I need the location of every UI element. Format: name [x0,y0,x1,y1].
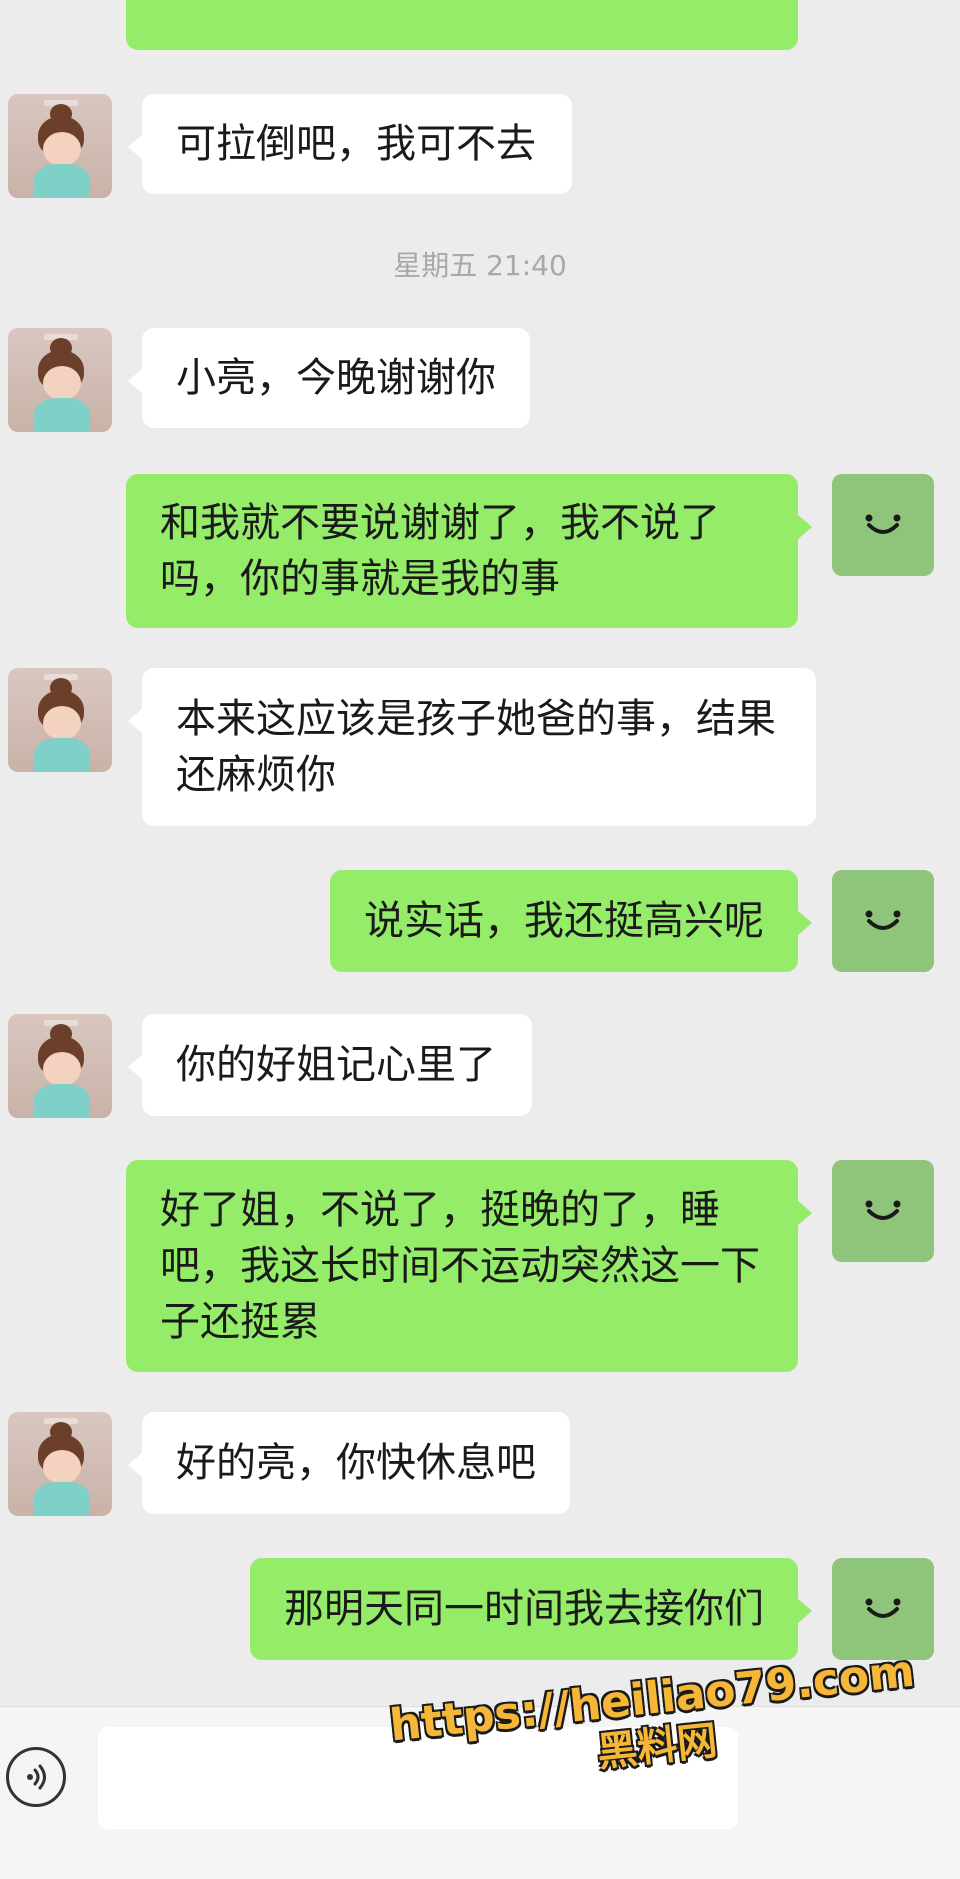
smile-icon [865,910,901,930]
smile-icon [865,514,901,534]
contact-avatar[interactable] [8,1014,112,1118]
message-bubble-outgoing[interactable]: 和我就不要说谢谢了，我不说了 吗，你的事就是我的事 [126,474,812,628]
body [34,164,90,198]
chat-area[interactable]: 可拉倒吧，我可不去 星期五 21:40 小亮，今晚谢谢你 和我就不要说谢谢了，我… [0,0,960,1700]
contact-avatar[interactable] [8,94,112,198]
message-bubble-incoming[interactable]: 你的好姐记心里了 [128,1014,532,1116]
message-bubble-outgoing[interactable]: 说实话，我还挺高兴呢 [330,870,812,972]
my-avatar[interactable] [832,870,934,972]
contact-avatar[interactable] [8,328,112,432]
body [34,1482,90,1516]
message-bubble-incoming[interactable]: 好的亮，你快休息吧 [128,1412,570,1514]
body [34,1084,90,1118]
message-bubble-outgoing[interactable]: 那明天同一时间我去接你们 [250,1558,812,1660]
voice-icon [27,1764,46,1790]
smile-icon [865,1200,901,1220]
contact-avatar[interactable] [8,668,112,772]
face [43,1052,81,1086]
message-bubble-incoming[interactable]: 小亮，今晚谢谢你 [128,328,530,428]
message-bubble-incoming[interactable]: 本来这应该是孩子她爸的事，结果 还麻烦你 [128,668,816,826]
message-bubble-outgoing-cropped[interactable] [126,0,798,50]
my-avatar[interactable] [832,474,934,576]
contact-avatar[interactable] [8,1412,112,1516]
body [34,738,90,772]
face [43,132,81,166]
smile-icon [865,1598,901,1618]
message-bubble-incoming[interactable]: 可拉倒吧，我可不去 [128,94,572,194]
my-avatar[interactable] [832,1558,934,1660]
face [43,366,81,400]
message-bubble-outgoing[interactable]: 好了姐，不说了，挺晚的了，睡 吧，我这长时间不运动突然这一下 子还挺累 [126,1160,812,1372]
face [43,706,81,740]
face [43,1450,81,1484]
body [34,398,90,432]
message-timestamp: 星期五 21:40 [393,249,567,282]
voice-input-button[interactable] [6,1747,66,1807]
my-avatar[interactable] [832,1160,934,1262]
